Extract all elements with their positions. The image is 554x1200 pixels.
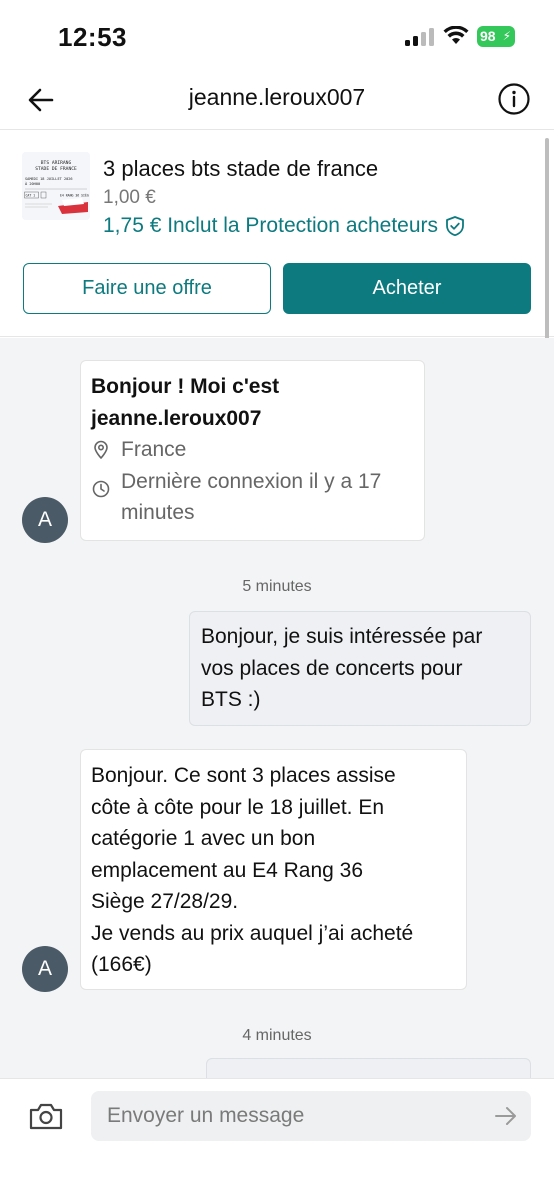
- message-line: Siège 27/28/29.: [91, 890, 239, 913]
- intro-greeting-line1: Bonjour ! Moi c'est: [91, 375, 280, 398]
- message-input[interactable]: [91, 1091, 531, 1141]
- message-line: Bonjour. Ce sont 3 places assise: [91, 764, 396, 787]
- battery-indicator: 98 ⚡: [477, 26, 515, 47]
- status-time: 12:53: [58, 22, 127, 52]
- intro-location-text: France: [121, 438, 187, 461]
- ticket-seat: E4 RANG 36 SIÈG: [60, 193, 89, 198]
- clock-icon: [92, 480, 110, 497]
- intro-greeting-line2: jeanne.leroux007: [91, 406, 262, 430]
- shield-check-icon: [446, 216, 464, 237]
- page-title[interactable]: jeanne.leroux007: [0, 84, 554, 111]
- message-line: BTS :): [201, 688, 261, 711]
- sent-message[interactable]: Bonjour, je suis intéressée par vos plac…: [189, 611, 531, 726]
- battery-level: 98: [480, 28, 496, 44]
- status-bar: 12:53 98 ⚡: [0, 0, 554, 70]
- ticket-line4: À 20H00: [25, 181, 40, 186]
- message-line: emplacement au E4 Rang 36: [91, 858, 364, 882]
- intro-last-seen-line1: Dernière connexion il y a 17: [121, 469, 382, 493]
- intro-last-seen: Dernière connexion il y a 17 minutes: [91, 466, 414, 529]
- item-thumbnail[interactable]: BTS ARIRANG STADE DE FRANCE SAMEDI 18 JU…: [22, 152, 90, 220]
- ticket-line1: BTS ARIRANG: [41, 160, 72, 166]
- item-card: BTS ARIRANG STADE DE FRANCE SAMEDI 18 JU…: [0, 130, 554, 337]
- conversation-header: jeanne.leroux007: [0, 70, 554, 130]
- message-line: Je vends au prix auquel j’ai acheté: [91, 921, 414, 945]
- charging-icon: ⚡: [502, 29, 511, 43]
- timestamp: 5 minutes: [242, 578, 312, 595]
- message-composer: [0, 1078, 554, 1200]
- message-line: (166€): [91, 953, 152, 976]
- ticket-line3: SAMEDI 18 JUILLET 2026: [25, 177, 73, 181]
- avatar[interactable]: A: [22, 497, 68, 543]
- buyer-protection-price[interactable]: 1,75 € Inclut la Protection acheteurs: [103, 214, 466, 238]
- timestamp: 4 minutes: [242, 1027, 312, 1044]
- camera-icon[interactable]: [28, 1101, 64, 1131]
- message-line: Bonjour, je suis intéressée par: [201, 625, 483, 648]
- send-arrow-icon[interactable]: [493, 1104, 519, 1128]
- location-pin-icon: [94, 440, 108, 460]
- ticket-line2: STADE DE FRANCE: [35, 166, 77, 172]
- make-offer-button[interactable]: Faire une offre: [23, 263, 271, 314]
- wifi-icon: [443, 26, 469, 44]
- info-icon[interactable]: [497, 82, 531, 116]
- message-thread[interactable]: Bonjour ! Moi c'est jeanne.leroux007 Fra…: [0, 338, 554, 1078]
- message-line: côte à côte pour le 18 juillet. En: [91, 795, 385, 819]
- sent-message-partial[interactable]: [206, 1058, 531, 1078]
- message-line: catégorie 1 avec un bon: [91, 827, 316, 850]
- message-line: vos places de concerts pour: [201, 656, 463, 680]
- intro-last-seen-line2: minutes: [121, 501, 195, 524]
- item-title[interactable]: 3 places bts stade de france: [103, 156, 378, 182]
- avatar[interactable]: A: [22, 946, 68, 992]
- seller-intro-card: Bonjour ! Moi c'est jeanne.leroux007 Fra…: [80, 360, 425, 541]
- buyer-protection-label: 1,75 € Inclut la Protection acheteurs: [103, 214, 439, 237]
- cellular-signal-icon: [405, 28, 435, 46]
- received-message[interactable]: Bonjour. Ce sont 3 places assise côte à …: [80, 749, 467, 990]
- intro-location: France: [91, 434, 414, 466]
- buy-button[interactable]: Acheter: [283, 263, 531, 314]
- item-price: 1,00 €: [103, 187, 156, 208]
- ticket-cat: CAT 1: [26, 194, 36, 198]
